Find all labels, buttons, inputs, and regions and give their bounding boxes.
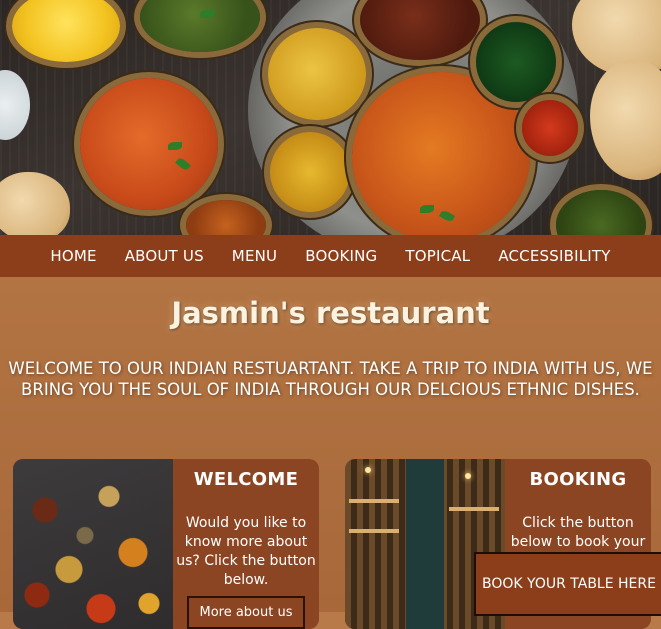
welcome-card-body: WELCOME Would you like to know more abou…: [173, 459, 319, 629]
shelf: [449, 507, 499, 511]
page-title: Jasmin's restaurant: [171, 296, 490, 330]
nav-about-us[interactable]: ABOUT US: [125, 247, 204, 265]
nav-topical[interactable]: TOPICAL: [405, 247, 470, 265]
sauce-bowl: [522, 100, 578, 156]
lamp: [465, 473, 471, 479]
welcome-card: WELCOME Would you like to know more abou…: [13, 459, 319, 629]
leaf-garnish: [200, 10, 214, 18]
nav-home[interactable]: HOME: [50, 247, 96, 265]
lamp: [365, 467, 371, 473]
main-nav: HOME ABOUT US MENU BOOKING TOPICAL ACCES…: [0, 235, 661, 277]
nav-accessibility[interactable]: ACCESSIBILITY: [498, 247, 610, 265]
spices-image: [13, 459, 173, 629]
naan-bread: [590, 60, 661, 180]
raita-bowl: [0, 70, 30, 140]
shelf: [349, 529, 399, 533]
nav-booking[interactable]: BOOKING: [305, 247, 377, 265]
curry-bowl: [186, 200, 266, 235]
rice-bowl: [12, 0, 120, 62]
book-table-button[interactable]: BOOK YOUR TABLE HERE: [474, 552, 661, 616]
saag-bowl: [556, 190, 646, 235]
chutney-bowl: [476, 22, 556, 102]
butter-chicken-bowl: [80, 78, 218, 210]
nav-menu[interactable]: MENU: [232, 247, 277, 265]
papadum: [0, 172, 70, 235]
green-curry-bowl: [140, 0, 260, 52]
dal-bowl: [270, 132, 350, 212]
hero-food-image: [0, 0, 661, 235]
leaf-garnish: [168, 142, 182, 150]
potato-bowl: [268, 28, 366, 120]
shelf: [349, 499, 399, 503]
welcome-card-text: Would you like to know more about us? Cl…: [176, 515, 316, 588]
more-about-us-button[interactable]: More about us: [187, 596, 305, 629]
leaf-garnish: [420, 205, 434, 213]
booking-card-text: Click the button below to book your: [510, 515, 646, 550]
welcome-card-title: WELCOME: [193, 469, 299, 490]
welcome-message: WELCOME TO OUR INDIAN RESTUARTANT. TAKE …: [8, 359, 653, 399]
booking-card-title: BOOKING: [529, 469, 627, 490]
